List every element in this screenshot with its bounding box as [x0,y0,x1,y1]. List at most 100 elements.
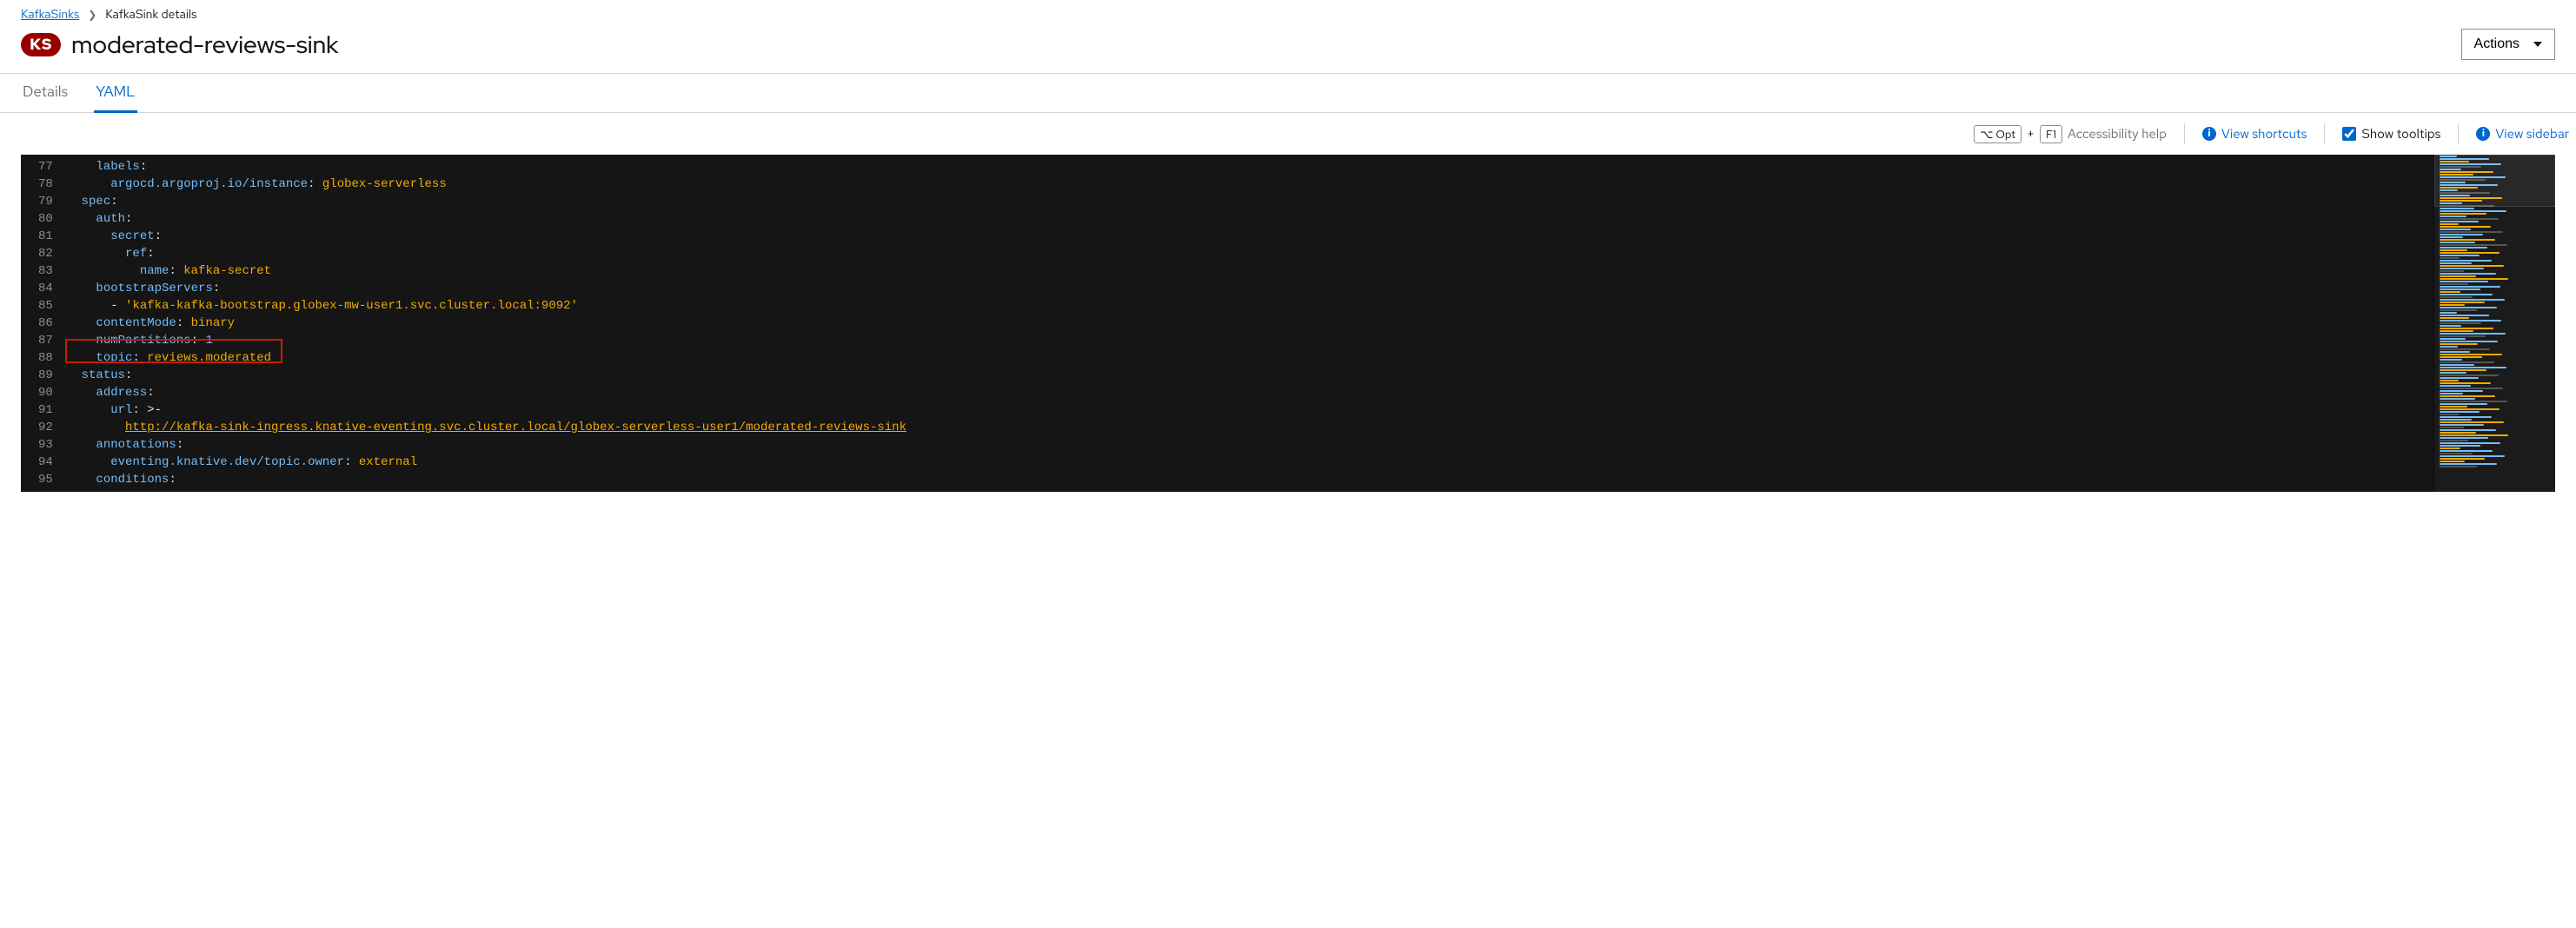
tab-yaml[interactable]: YAML [94,74,136,112]
token: - [110,299,125,313]
token: : [213,282,220,295]
token: annotations [96,438,176,452]
token: conditions [96,473,169,487]
token: reviews.moderated [147,351,271,365]
line-number: 88 [38,349,53,367]
line-number: 81 [38,228,53,245]
token: status [82,368,125,382]
code-line[interactable]: argocd.argoproj.io/instance: globex-serv… [63,176,2433,193]
code-line[interactable]: eventing.knative.dev/topic.owner: extern… [63,454,2433,471]
view-shortcuts-label: View shortcuts [2221,125,2307,143]
resource-badge: KS [21,33,61,56]
token: >- [147,403,162,417]
token: ref [125,247,147,261]
token: 1 [205,334,212,348]
code-line[interactable]: name: kafka-secret [63,262,2433,280]
code-line[interactable]: address: [63,384,2433,401]
token: : [110,195,117,209]
code-line[interactable]: contentMode: binary [63,315,2433,332]
line-number: 93 [38,436,53,454]
minimap-viewport[interactable] [2434,155,2555,207]
code-line[interactable]: bootstrapServers: [63,280,2433,297]
code-line[interactable]: secret: [63,228,2433,245]
token: url [110,403,132,417]
token: : [344,455,359,469]
code-line[interactable]: spec: [63,193,2433,210]
line-number: 79 [38,193,53,210]
token: : [147,247,154,261]
code-line[interactable]: ref: [63,245,2433,262]
code-line[interactable]: http://kafka-sink-ingress.knative-eventi… [63,419,2433,436]
token: : [169,264,183,278]
token: argocd.argoproj.io/instance [110,177,308,191]
kbd-plus: + [2027,125,2035,143]
actions-dropdown[interactable]: Actions [2461,29,2555,60]
token: : [169,473,176,487]
token: : [176,438,183,452]
token: binary [191,316,235,330]
token: labels [96,160,139,174]
token: : [132,351,147,365]
line-number: 84 [38,280,53,297]
token: globex-serverless [322,177,447,191]
token: : [155,229,162,243]
line-number: 86 [38,315,53,332]
line-number: 90 [38,384,53,401]
line-number-gutter: 77787980818283848586878889909192939495 [21,155,63,492]
token: auth [96,212,125,226]
yaml-editor[interactable]: 77787980818283848586878889909192939495 l… [21,155,2555,492]
token: bootstrapServers [96,282,212,295]
token: : [176,316,191,330]
line-number: 77 [38,158,53,176]
code-line[interactable]: status: [63,367,2433,384]
breadcrumb: KafkaSinks ❯ KafkaSink details [0,0,2576,23]
view-shortcuts-link[interactable]: i View shortcuts [2202,125,2307,143]
line-number: 95 [38,471,53,488]
token: : [147,386,154,400]
token: contentMode [96,316,176,330]
code-line[interactable]: labels: [63,158,2433,176]
token: numPartitions [96,334,190,348]
code-content[interactable]: labels: argocd.argoproj.io/instance: glo… [63,155,2433,492]
title-row: KS moderated-reviews-sink Actions [0,23,2576,73]
token: : [125,212,132,226]
caret-down-icon [2533,42,2542,47]
code-line[interactable]: annotations: [63,436,2433,454]
token: secret [110,229,154,243]
actions-label: Actions [2474,36,2520,52]
page-title: moderated-reviews-sink [71,28,338,61]
code-line[interactable]: numPartitions: 1 [63,332,2433,349]
line-number: 82 [38,245,53,262]
line-number: 85 [38,297,53,315]
line-number: 94 [38,454,53,471]
show-tooltips-toggle[interactable]: Show tooltips [2342,125,2440,143]
info-icon: i [2202,127,2216,141]
divider [2324,123,2325,144]
code-line[interactable]: - 'kafka-kafka-bootstrap.globex-mw-user1… [63,297,2433,315]
line-number: 80 [38,210,53,228]
code-line[interactable]: url: >- [63,401,2433,419]
show-tooltips-checkbox[interactable] [2342,127,2356,141]
kbd-f1: F1 [2040,125,2062,143]
tab-details[interactable]: Details [21,74,70,112]
code-line[interactable]: conditions: [63,471,2433,488]
code-line[interactable]: auth: [63,210,2433,228]
token: : [140,160,147,174]
code-line[interactable]: topic: reviews.moderated [63,349,2433,367]
token: eventing.knative.dev/topic.owner [110,455,344,469]
view-sidebar-label: View sidebar [2495,125,2569,143]
token: address [96,386,147,400]
line-number: 91 [38,401,53,419]
editor-toolbar: ⌥ Opt + F1 Accessibility help i View sho… [0,113,2576,155]
token: external [359,455,417,469]
view-sidebar-link[interactable]: i View sidebar [2476,125,2569,143]
line-number: 89 [38,367,53,384]
a11y-label: Accessibility help [2068,125,2167,143]
line-number: 83 [38,262,53,280]
show-tooltips-label: Show tooltips [2361,125,2440,143]
line-number: 87 [38,332,53,349]
token: : [132,403,147,417]
minimap[interactable] [2433,155,2555,492]
breadcrumb-parent-link[interactable]: KafkaSinks [21,7,79,23]
token: : [308,177,322,191]
